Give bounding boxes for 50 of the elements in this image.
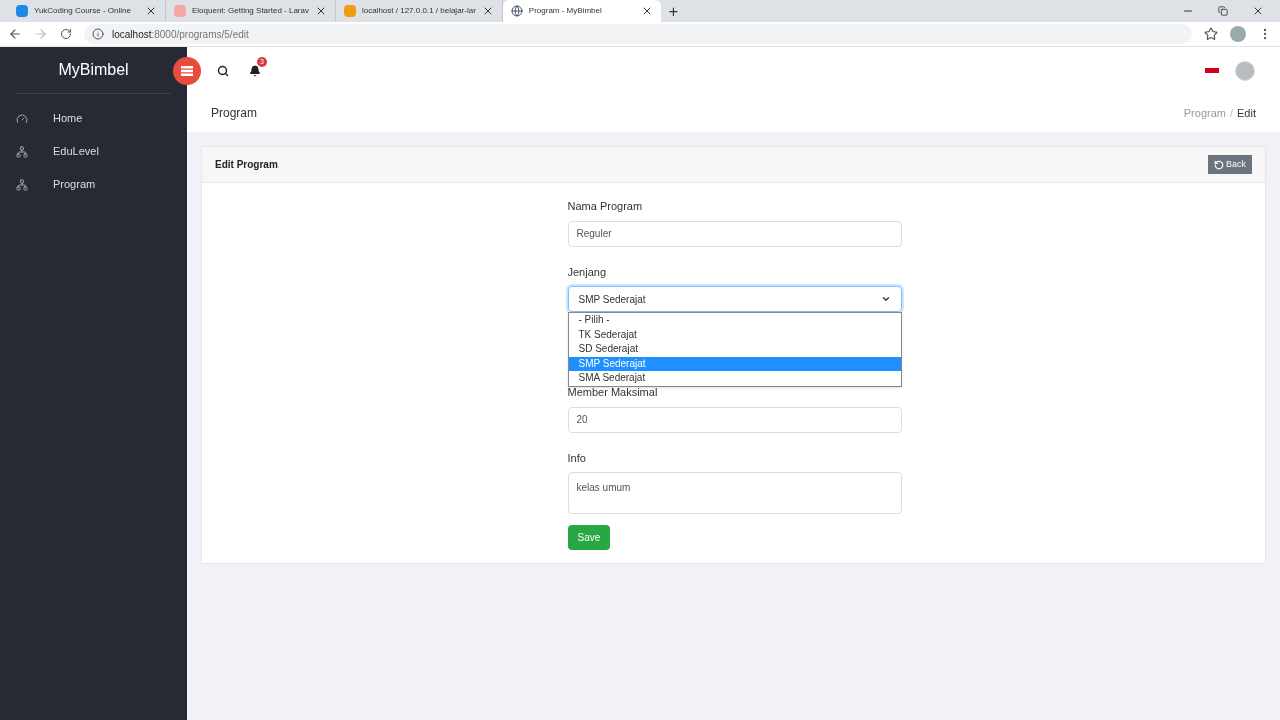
info-icon	[92, 28, 104, 40]
browser-tab[interactable]: Program - MyBimbel	[502, 0, 661, 22]
sidebar-item[interactable]: Program	[0, 168, 187, 201]
tab-title: Program - MyBimbel	[528, 5, 603, 17]
back-icon[interactable]	[8, 27, 22, 41]
address-bar[interactable]: localhost:8000/programs/5/edit	[84, 24, 1192, 44]
chevron-icon	[880, 294, 891, 304]
tab-title: Eloquent: Getting Started - Larav	[192, 5, 309, 17]
field-label: Jenjang	[567, 264, 608, 280]
menu-toggle-button[interactable]	[173, 56, 201, 85]
tab-title: YukCoding Course - Online	[34, 5, 132, 17]
page-title: Program	[211, 105, 258, 122]
field-label: Nama Program	[567, 199, 644, 214]
reload-icon[interactable]	[60, 28, 72, 40]
field-label: Member Maksimal	[567, 385, 659, 400]
card-title: Edit Program	[215, 158, 279, 172]
tab-title: localhost / 127.0.0.1 / belajar-lar	[361, 5, 476, 17]
close-icon[interactable]	[145, 5, 157, 17]
dropdown-option[interactable]: SMA Sederajat	[568, 371, 901, 386]
textarea-field[interactable]: kelas umum	[567, 472, 902, 514]
close-window-icon[interactable]	[1252, 5, 1264, 17]
breadcrumb-separator: /	[1229, 105, 1234, 121]
dropdown-option[interactable]: - Pilih -	[568, 313, 901, 328]
globe-icon	[510, 5, 523, 17]
field-label: Info	[567, 450, 587, 466]
restore-icon[interactable]	[1218, 6, 1228, 16]
sidebar-item[interactable]: Home	[0, 102, 187, 135]
dropdown-option[interactable]: SD Sederajat	[568, 342, 901, 357]
site-icon	[16, 5, 28, 17]
sitemap-icon	[16, 178, 28, 191]
select-field[interactable]: SMP Sederajat	[567, 286, 902, 312]
bell-icon[interactable]	[249, 64, 261, 77]
undo-icon	[1214, 159, 1224, 170]
brand-title: MyBimbel	[58, 60, 129, 80]
server-icon	[181, 65, 193, 76]
dropdown-option[interactable]: TK Sederajat	[568, 327, 901, 343]
breadcrumb-item: Edit	[1237, 105, 1256, 121]
site-icon	[343, 5, 356, 17]
text-field[interactable]: Reguler	[567, 220, 902, 247]
star-icon[interactable]	[1204, 27, 1218, 41]
gauge-icon	[16, 112, 28, 125]
back-button[interactable]: Back	[1208, 155, 1252, 174]
select-value: SMP Sederajat	[578, 292, 647, 307]
sidebar-item[interactable]: EduLevel	[0, 135, 187, 168]
number-field[interactable]: 20	[567, 406, 902, 433]
site-icon	[174, 5, 186, 17]
search-icon[interactable]	[217, 64, 229, 77]
new-tab-button[interactable]: +	[668, 4, 679, 20]
url-text: localhost:8000/programs/5/edit	[112, 27, 249, 42]
sitemap-icon	[16, 145, 28, 158]
